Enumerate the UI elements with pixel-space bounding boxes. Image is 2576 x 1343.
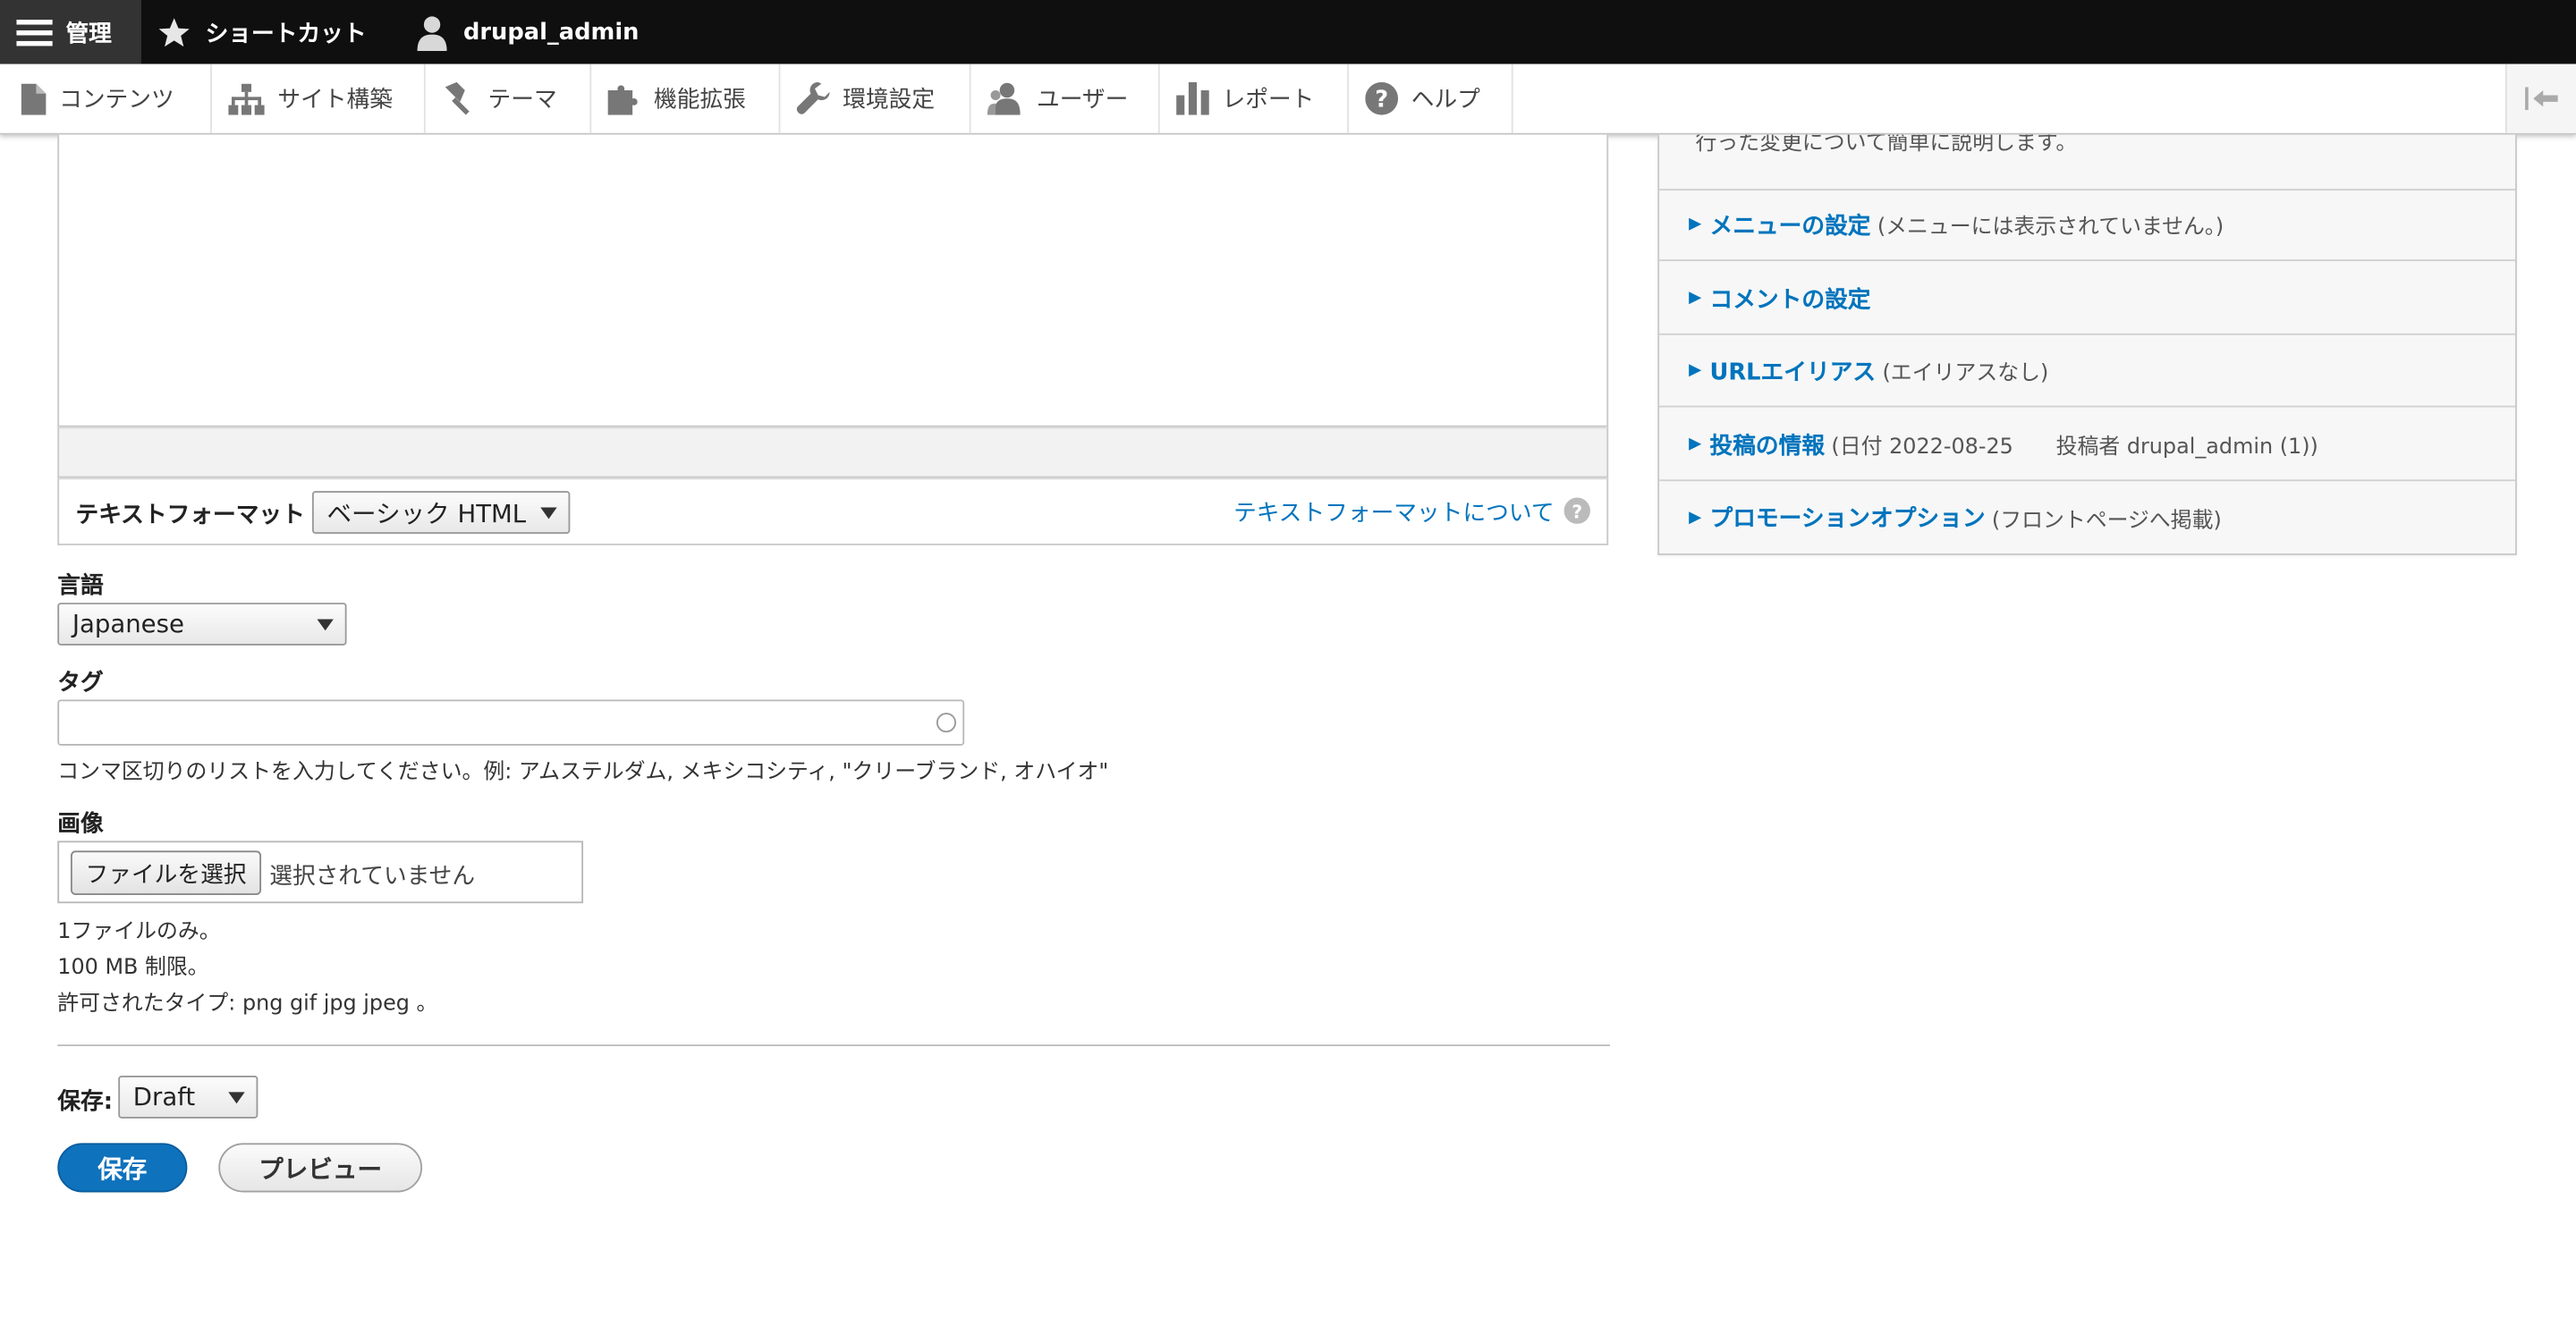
url-alias-section[interactable]: ▶ URLエイリアス (エイリアスなし) [1659, 335, 2516, 408]
authoring-info-section[interactable]: ▶ 投稿の情報 (日付 2022-08-25 投稿者 drupal_admin … [1659, 409, 2516, 482]
admin-tray: コンテンツ サイト構築 テーマ 機能拡張 環境設定 ユーザー レポート ? ヘル [0, 63, 2576, 135]
chevron-down-icon [540, 507, 557, 519]
triangle-right-icon: ▶ [1689, 435, 1702, 453]
admin-toolbar: 管理 ショートカット drupal_admin [0, 0, 2576, 64]
section-title: 投稿の情報 [1709, 432, 1826, 460]
text-format-row: テキストフォーマット ベーシック HTML テキストフォーマットについて ? [57, 477, 1609, 545]
section-title: URLエイリアス [1709, 359, 1877, 385]
section-title: プロモーションオプション [1709, 505, 1986, 533]
paintbrush-icon [445, 81, 470, 115]
moderation-state-value: Draft [132, 1082, 196, 1112]
tab-configuration[interactable]: 環境設定 [780, 63, 971, 133]
comment-settings-section[interactable]: ▶ コメントの設定 [1659, 263, 2516, 335]
section-summary: (エイリアスなし) [1882, 361, 2049, 386]
triangle-right-icon: ▶ [1689, 215, 1702, 233]
moderation-state-select[interactable]: Draft [118, 1076, 258, 1119]
section-summary: (フロントページへ掲載) [1991, 508, 2222, 534]
language-label: 言語 [57, 573, 104, 600]
image-file-field: ファイルを選択 選択されていません [57, 840, 584, 904]
text-format-value: ベーシック HTML [326, 498, 527, 528]
tab-appearance[interactable]: テーマ [426, 63, 592, 133]
page: 管理 ショートカット drupal_admin コンテンツ サイト構築 テーマ … [0, 0, 2576, 1343]
meta-sidebar: 行った変更について簡単に説明します。 ▶ メニューの設定 (メニューには表示され… [1657, 134, 2517, 555]
text-format-label: テキストフォーマット [75, 503, 305, 529]
file-help-size: 100 MB 制限。 [57, 955, 209, 981]
triangle-right-icon: ▶ [1689, 361, 1702, 380]
tab-label: テーマ [487, 87, 557, 114]
section-title: コメントの設定 [1709, 286, 1871, 313]
svg-text:?: ? [1375, 86, 1388, 113]
editor-status-bar [57, 427, 1609, 478]
tab-label: レポート [1222, 87, 1315, 114]
text-format-help-link[interactable]: テキストフォーマットについて [1233, 496, 1554, 529]
manage-label: 管理 [65, 20, 112, 47]
tab-people[interactable]: ユーザー [971, 63, 1160, 133]
help-icon[interactable]: ? [1563, 497, 1590, 524]
tab-structure[interactable]: サイト構築 [212, 63, 426, 133]
puzzle-icon [607, 85, 638, 115]
collapse-icon [2525, 87, 2558, 111]
section-summary: (メニューには表示されていません。) [1877, 215, 2224, 241]
tab-label: 環境設定 [843, 87, 936, 114]
shortcuts-label: ショートカット [205, 20, 367, 47]
tags-label: タグ [57, 670, 104, 697]
shortcuts-button[interactable]: ショートカット [157, 0, 367, 64]
file-help-types: 許可されたタイプ: png gif jpg jpeg 。 [57, 992, 438, 1017]
text-format-select[interactable]: ベーシック HTML [311, 491, 571, 534]
user-label: drupal_admin [462, 19, 640, 46]
preview-button[interactable]: プレビュー [218, 1143, 423, 1193]
tab-reports[interactable]: レポート [1160, 63, 1349, 133]
section-title: メニューの設定 [1709, 212, 1871, 240]
user-icon [417, 15, 447, 51]
tray-orientation-toggle[interactable] [2505, 63, 2576, 133]
tab-label: ユーザー [1036, 87, 1129, 114]
tab-extend[interactable]: 機能拡張 [591, 63, 781, 133]
chevron-down-icon [317, 619, 334, 631]
revision-log-help-text: 行った変更について簡単に説明します。 [1695, 134, 2078, 156]
save-state-label: 保存: [57, 1088, 114, 1116]
image-label: 画像 [57, 811, 104, 838]
user-button[interactable]: drupal_admin [417, 0, 640, 64]
svg-text:?: ? [1572, 501, 1582, 522]
chevron-down-icon [228, 1092, 245, 1104]
tab-label: コンテンツ [59, 87, 174, 114]
hamburger-icon [16, 19, 53, 46]
tab-label: 機能拡張 [654, 87, 746, 114]
file-status: 選択されていません [269, 864, 476, 891]
help-icon: ? [1365, 81, 1399, 115]
triangle-right-icon: ▶ [1689, 508, 1702, 527]
tab-help[interactable]: ? ヘルプ [1349, 63, 1513, 133]
people-icon [987, 82, 1021, 115]
tags-input[interactable] [57, 699, 965, 746]
star-icon [158, 17, 190, 46]
menu-settings-section[interactable]: ▶ メニューの設定 (メニューには表示されていません。) [1659, 189, 2516, 262]
tab-label: ヘルプ [1411, 87, 1480, 114]
manage-button[interactable]: 管理 [0, 0, 141, 64]
revision-log-help: 行った変更について簡単に説明します。 [1659, 134, 2516, 191]
body-editor-area[interactable] [57, 134, 1609, 427]
section-summary: (日付 2022-08-25 投稿者 drupal_admin (1)) [1831, 435, 2318, 460]
tab-content[interactable]: コンテンツ [0, 63, 212, 133]
choose-file-button[interactable]: ファイルを選択 [70, 850, 262, 896]
file-icon [21, 82, 47, 114]
wrench-icon [796, 81, 830, 114]
file-help-count: 1ファイルのみ。 [57, 919, 221, 945]
bar-chart-icon [1176, 81, 1209, 115]
tab-label: サイト構築 [277, 87, 393, 114]
save-button[interactable]: 保存 [57, 1143, 188, 1193]
promotion-options-section[interactable]: ▶ プロモーションオプション (フロントページへ掲載) [1659, 481, 2515, 553]
divider [57, 1044, 1611, 1047]
autocomplete-throbber-icon [936, 713, 956, 733]
triangle-right-icon: ▶ [1689, 289, 1702, 308]
language-value: Japanese [72, 609, 184, 639]
language-select[interactable]: Japanese [57, 603, 347, 646]
tags-help-text: コンマ区切りのリストを入力してください。例: アムステルダム, メキシコシティ,… [57, 760, 1109, 785]
sitemap-icon [228, 82, 265, 114]
